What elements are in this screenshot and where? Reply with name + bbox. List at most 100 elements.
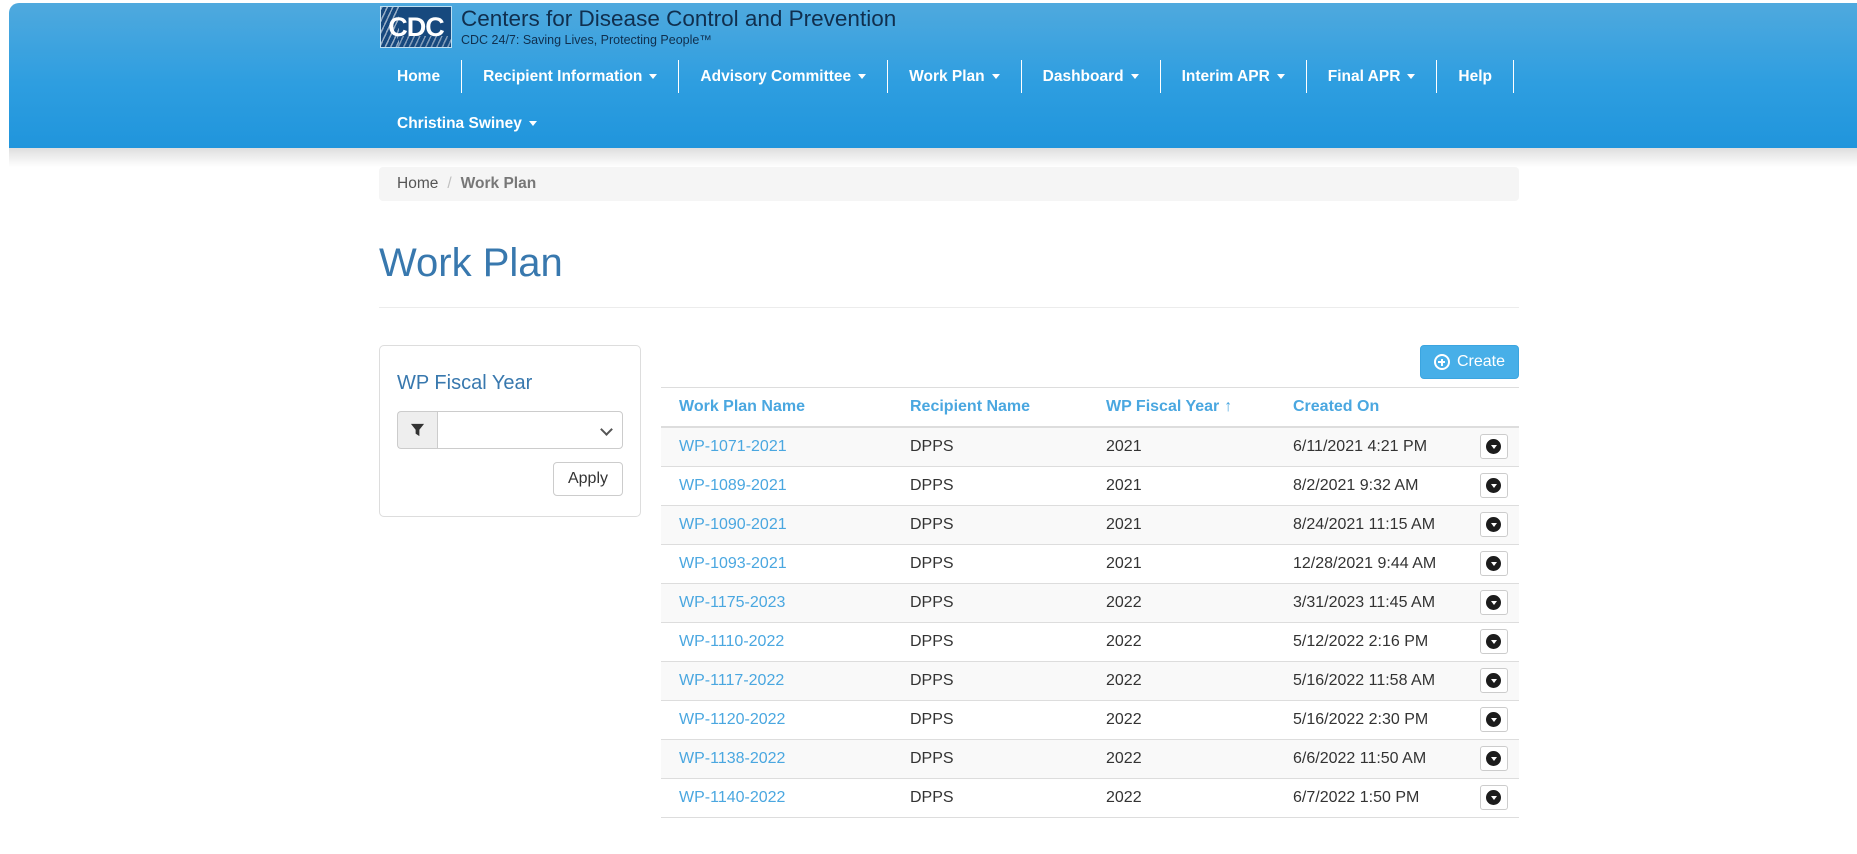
column-header-created-on[interactable]: Created On (1275, 388, 1468, 428)
nav-label: Help (1458, 60, 1492, 93)
filter-addon-button[interactable] (397, 411, 437, 449)
nav-label: Dashboard (1043, 60, 1124, 93)
fiscal-year-cell: 2022 (1088, 661, 1275, 700)
apply-row: Apply (397, 462, 623, 496)
page-content: Home / Work Plan Work Plan WP Fiscal Yea… (379, 167, 1519, 818)
nav-item-dashboard[interactable]: Dashboard (1022, 60, 1161, 93)
chevron-down-icon (1491, 484, 1497, 488)
chevron-down-icon (1131, 74, 1139, 79)
nav-item-recipient-information[interactable]: Recipient Information (462, 60, 679, 93)
column-header-work-plan-name[interactable]: Work Plan Name (661, 388, 892, 428)
work-plan-link[interactable]: WP-1175-2023 (679, 594, 785, 611)
breadcrumb-home-link[interactable]: Home (397, 175, 438, 193)
chevron-down-icon (1491, 640, 1497, 644)
work-plan-link[interactable]: WP-1090-2021 (679, 516, 787, 533)
funnel-icon (410, 422, 425, 438)
recipient-name-cell: DPPS (892, 583, 1088, 622)
chevron-down-icon (1491, 796, 1497, 800)
user-menu[interactable]: Christina Swiney (380, 107, 558, 140)
row-actions-button[interactable] (1480, 434, 1508, 459)
column-header-actions (1468, 388, 1519, 428)
row-actions-button[interactable] (1480, 512, 1508, 537)
recipient-name-cell: DPPS (892, 700, 1088, 739)
row-actions-button[interactable] (1480, 746, 1508, 771)
recipient-name-cell: DPPS (892, 466, 1088, 505)
nav-item-work-plan[interactable]: Work Plan (888, 60, 1022, 93)
table-row: WP-1175-2023 DPPS 2022 3/31/2023 11:45 A… (661, 583, 1519, 622)
fiscal-year-cell: 2022 (1088, 778, 1275, 817)
nav-label: Interim APR (1182, 60, 1270, 93)
title-divider (379, 307, 1519, 308)
chevron-down-icon (1491, 445, 1497, 449)
work-plan-link[interactable]: WP-1110-2022 (679, 633, 784, 650)
column-header-wp-fiscal-year[interactable]: WP Fiscal Year↑ (1088, 388, 1275, 428)
breadcrumb: Home / Work Plan (379, 167, 1519, 201)
row-actions-button[interactable] (1480, 473, 1508, 498)
chevron-down-icon (529, 121, 537, 126)
row-actions-button[interactable] (1480, 668, 1508, 693)
fiscal-year-cell: 2021 (1088, 544, 1275, 583)
table-row: WP-1110-2022 DPPS 2022 5/12/2022 2:16 PM (661, 622, 1519, 661)
created-on-cell: 8/24/2021 11:15 AM (1275, 505, 1468, 544)
created-on-cell: 6/6/2022 11:50 AM (1275, 739, 1468, 778)
fiscal-year-input-group (397, 411, 623, 449)
nav-item-final-apr[interactable]: Final APR (1307, 60, 1438, 93)
row-actions-button[interactable] (1480, 785, 1508, 810)
recipient-name-cell: DPPS (892, 622, 1088, 661)
work-plan-link[interactable]: WP-1071-2021 (679, 438, 787, 455)
work-plan-link[interactable]: WP-1089-2021 (679, 477, 787, 494)
table-row: WP-1093-2021 DPPS 2021 12/28/2021 9:44 A… (661, 544, 1519, 583)
recipient-name-cell: DPPS (892, 505, 1088, 544)
chevron-down-icon (1491, 523, 1497, 527)
app-shell: CDC Centers for Disease Control and Prev… (9, 3, 1857, 818)
chevron-down-icon (1491, 562, 1497, 566)
fiscal-year-cell: 2022 (1088, 583, 1275, 622)
created-on-cell: 3/31/2023 11:45 AM (1275, 583, 1468, 622)
nav-item-home[interactable]: Home (380, 60, 462, 93)
row-actions-button[interactable] (1480, 629, 1508, 654)
fiscal-year-filter-panel: WP Fiscal Year Apply (379, 345, 641, 517)
table-row: WP-1071-2021 DPPS 2021 6/11/2021 4:21 PM (661, 427, 1519, 466)
work-plan-link[interactable]: WP-1093-2021 (679, 555, 787, 572)
work-plan-link[interactable]: WP-1117-2022 (679, 672, 784, 689)
brand-row: CDC Centers for Disease Control and Prev… (380, 3, 1857, 49)
chevron-down-icon (992, 74, 1000, 79)
row-actions-button[interactable] (1480, 551, 1508, 576)
caret-down-circle-icon (1486, 751, 1501, 766)
fiscal-year-cell: 2021 (1088, 466, 1275, 505)
work-plan-link[interactable]: WP-1140-2022 (679, 789, 785, 806)
created-on-cell: 6/11/2021 4:21 PM (1275, 427, 1468, 466)
created-on-cell: 6/7/2022 1:50 PM (1275, 778, 1468, 817)
nav-item-interim-apr[interactable]: Interim APR (1161, 60, 1307, 93)
main-row: WP Fiscal Year Apply (379, 345, 1519, 818)
row-actions-button[interactable] (1480, 707, 1508, 732)
chevron-down-icon (1491, 757, 1497, 761)
apply-button[interactable]: Apply (553, 462, 623, 496)
column-label: WP Fiscal Year (1106, 398, 1219, 415)
brand-title: Centers for Disease Control and Preventi… (461, 7, 896, 31)
work-plan-link[interactable]: WP-1120-2022 (679, 711, 785, 728)
created-on-cell: 8/2/2021 9:32 AM (1275, 466, 1468, 505)
column-header-recipient-name[interactable]: Recipient Name (892, 388, 1088, 428)
caret-down-circle-icon (1486, 439, 1501, 454)
chevron-down-icon (1491, 718, 1497, 722)
chevron-down-icon (1491, 679, 1497, 683)
chevron-down-icon (858, 74, 866, 79)
create-button-label: Create (1457, 353, 1505, 371)
create-button[interactable]: Create (1420, 345, 1519, 379)
nav-item-advisory-committee[interactable]: Advisory Committee (679, 60, 888, 93)
row-actions-button[interactable] (1480, 590, 1508, 615)
recipient-name-cell: DPPS (892, 544, 1088, 583)
nav-item-help[interactable]: Help (1437, 60, 1514, 93)
chevron-down-icon (649, 74, 657, 79)
caret-down-circle-icon (1486, 478, 1501, 493)
fiscal-year-cell: 2022 (1088, 739, 1275, 778)
caret-down-circle-icon (1486, 556, 1501, 571)
main-nav: Home Recipient Information Advisory Comm… (380, 60, 1857, 93)
create-row: Create (661, 345, 1519, 379)
user-menu-label: Christina Swiney (397, 107, 522, 140)
work-plan-link[interactable]: WP-1138-2022 (679, 750, 785, 767)
breadcrumb-current: Work Plan (461, 175, 537, 193)
recipient-name-cell: DPPS (892, 739, 1088, 778)
fiscal-year-select[interactable] (437, 411, 623, 449)
